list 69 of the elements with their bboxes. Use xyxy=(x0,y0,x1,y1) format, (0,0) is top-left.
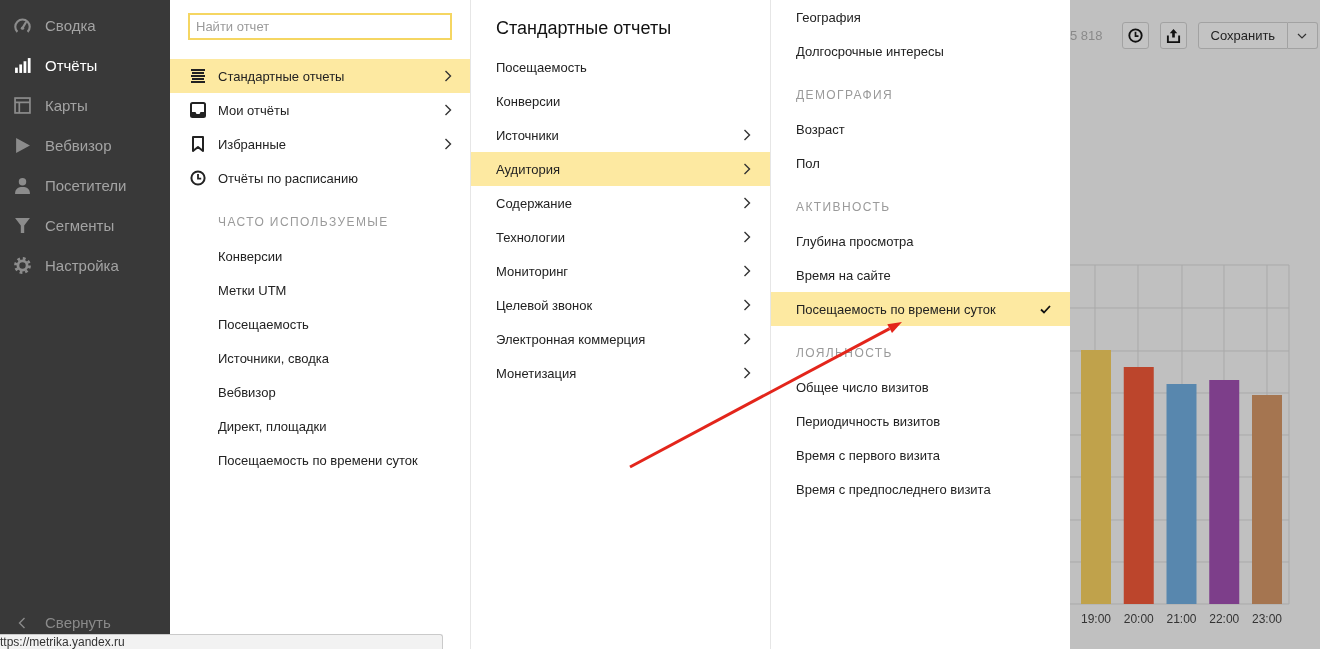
sidebar-item[interactable]: Вебвизор xyxy=(0,125,170,165)
sidebar-item[interactable]: Карты xyxy=(0,85,170,125)
menu-item[interactable]: Время на сайте xyxy=(771,258,1070,292)
axis-label: 20:00 xyxy=(1123,612,1154,626)
clock-icon xyxy=(190,170,206,186)
list-icon xyxy=(190,68,206,84)
axis-label: 19:00 xyxy=(1081,612,1111,626)
menu-item[interactable]: Аудитория xyxy=(471,152,770,186)
menu-item[interactable]: Мои отчёты xyxy=(170,93,470,127)
menu-item[interactable]: Монетизация xyxy=(471,356,770,390)
sidebar-item[interactable]: Посетители xyxy=(0,165,170,205)
search-field[interactable]: Найти отчет xyxy=(188,13,452,40)
menu-item[interactable]: Мониторинг xyxy=(471,254,770,288)
sidebar-item[interactable]: Сводка xyxy=(0,5,170,45)
sidebar-item[interactable]: Сегменты xyxy=(0,205,170,245)
user-icon xyxy=(14,176,31,194)
section-heading: ЧАСТО ИСПОЛЬЗУЕМЫЕ xyxy=(217,214,390,231)
menu-item[interactable]: Посещаемость xyxy=(170,307,470,341)
axis-label: 21:00 xyxy=(1166,612,1197,626)
menu-item[interactable]: Технологии xyxy=(471,220,770,254)
menu-item[interactable]: Избранные xyxy=(170,127,470,161)
menu-item[interactable]: Пол xyxy=(771,146,1070,180)
layout-icon xyxy=(14,96,31,114)
export-button[interactable] xyxy=(1159,22,1187,49)
funnel-icon xyxy=(14,216,31,234)
sidebar-item[interactable]: Настройка xyxy=(0,245,170,285)
bookmark-icon xyxy=(190,136,206,152)
menu-item[interactable]: Время с первого визита xyxy=(771,438,1070,472)
menu-item[interactable]: Периодичность визитов xyxy=(771,404,1070,438)
menu-item[interactable]: Конверсии xyxy=(170,239,470,273)
menu-item[interactable]: Посещаемость xyxy=(471,50,770,84)
caret-down-icon xyxy=(1297,32,1308,39)
url-status-bar: ttps://metrika.yandex.ru xyxy=(0,634,443,649)
gauge-icon xyxy=(14,16,31,34)
menu-item[interactable]: Целевой звонок xyxy=(471,288,770,322)
save-button[interactable]: Сохранить xyxy=(1197,22,1288,49)
clock-icon xyxy=(1127,28,1143,43)
menu-item[interactable]: Электронная коммерция xyxy=(471,322,770,356)
axis-label: 22:00 xyxy=(1209,612,1240,626)
menu-item[interactable]: Содержание xyxy=(471,186,770,220)
menu-item[interactable]: Посещаемость по времени суток xyxy=(771,292,1070,326)
gear-icon xyxy=(14,256,31,274)
menu-item[interactable]: Возраст xyxy=(771,112,1070,146)
axis-label: 23:00 xyxy=(1252,612,1282,626)
play-icon xyxy=(14,136,31,154)
inbox-icon xyxy=(190,102,206,118)
menu-item[interactable]: Отчёты по расписанию xyxy=(170,161,470,195)
menu-item[interactable]: Глубина просмотра xyxy=(771,224,1070,258)
bar-chart-icon xyxy=(14,56,31,74)
menu-item[interactable]: Метки UTM xyxy=(170,273,470,307)
menu-item[interactable]: Стандартные отчеты xyxy=(170,59,470,93)
checkmark-icon xyxy=(1040,304,1051,314)
panel-title: Стандартные отчеты xyxy=(495,17,673,40)
history-button[interactable] xyxy=(1121,22,1149,49)
menu-item[interactable]: География xyxy=(771,0,1070,34)
menu-item[interactable]: Время с предпоследнего визита xyxy=(771,472,1070,506)
section-heading: ДЕМОГРАФИЯ xyxy=(795,87,895,104)
sidebar-item[interactable]: Отчёты xyxy=(0,45,170,85)
menu-item[interactable]: Директ, площадки xyxy=(170,409,470,443)
menu-item[interactable]: Посещаемость по времени суток xyxy=(170,443,470,477)
menu-item[interactable]: Источники xyxy=(471,118,770,152)
upload-icon xyxy=(1165,28,1181,43)
menu-item[interactable]: Вебвизор xyxy=(170,375,470,409)
menu-item[interactable]: Общее число визитов xyxy=(771,370,1070,404)
chevron-left-icon xyxy=(18,617,26,629)
menu-item[interactable]: Конверсии xyxy=(471,84,770,118)
menu-item[interactable]: Источники, сводка xyxy=(170,341,470,375)
section-heading: АКТИВНОСТЬ xyxy=(795,199,892,216)
menu-item[interactable]: Долгосрочные интересы xyxy=(771,34,1070,68)
